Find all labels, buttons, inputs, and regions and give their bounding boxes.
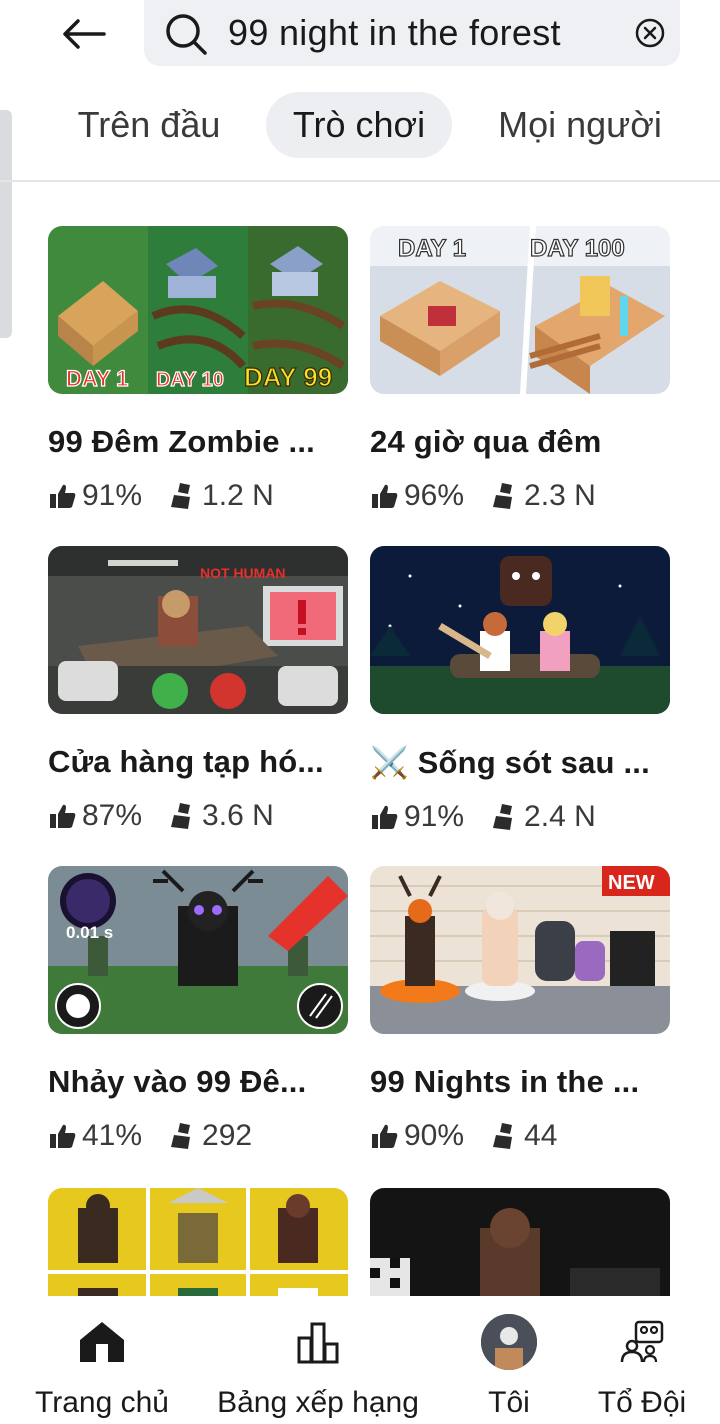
thumbs-up-icon	[50, 484, 76, 508]
players-icon	[493, 804, 513, 830]
thumb-label: DAY 1	[398, 235, 466, 262]
avatar	[481, 1314, 537, 1370]
game-thumbnail: NEW	[370, 866, 670, 1034]
thumbs-up-icon	[372, 1124, 398, 1148]
game-card[interactable]: NEW 99 Nights in the ... 90% 44	[370, 866, 670, 1154]
nav-label: Tôi	[488, 1386, 530, 1419]
rating-value: 90%	[404, 1119, 465, 1152]
rating-value: 96%	[404, 479, 465, 512]
nav-profile[interactable]: Tôi	[466, 1296, 552, 1424]
tab-top[interactable]: Trên đầu	[60, 92, 238, 158]
players-value: 2.3 N	[524, 479, 596, 512]
players-value: 44	[524, 1119, 558, 1152]
game-card[interactable]	[48, 1188, 348, 1296]
tabs-divider	[0, 180, 720, 182]
thumb-label: NOT HUMAN	[200, 565, 286, 581]
thumb-label: DAY 100	[530, 235, 625, 262]
thumbs-up-icon	[372, 805, 398, 829]
search-input[interactable]: 99 night in the forest	[228, 12, 561, 54]
thumbs-up-icon	[372, 484, 398, 508]
players-value: 3.6 N	[202, 799, 274, 832]
game-stats: 96% 2.3 N	[370, 478, 670, 514]
game-title: ⚔️ Sống sót sau ...	[370, 745, 650, 780]
nav-label: Tổ Đội	[597, 1386, 687, 1419]
nav-leaderboard[interactable]: Bảng xếp hạng	[206, 1296, 430, 1424]
thumb-label: 0.01 s	[66, 923, 113, 942]
thumbs-up-icon	[50, 1124, 76, 1148]
players-value: 2.4 N	[524, 800, 596, 833]
game-card[interactable]	[370, 1188, 670, 1296]
nav-label: Trang chủ	[35, 1386, 169, 1419]
game-stats: 41% 292	[48, 1118, 348, 1154]
search-box[interactable]: 99 night in the forest	[144, 0, 680, 66]
players-icon	[493, 483, 513, 509]
party-icon	[620, 1320, 664, 1363]
search-icon	[166, 14, 207, 55]
thumb-label: DAY 10	[156, 369, 224, 391]
leaderboard-icon	[297, 1322, 339, 1364]
players-icon	[493, 1123, 513, 1149]
nav-home[interactable]: Trang chủ	[22, 1296, 182, 1424]
game-thumbnail	[48, 1188, 348, 1296]
game-title: 99 Đêm Zombie ...	[48, 424, 315, 459]
game-thumbnail: DAY 1 DAY 100	[370, 226, 670, 394]
clear-search-icon[interactable]	[634, 17, 666, 49]
game-thumbnail	[370, 546, 670, 714]
tab-people[interactable]: Mọi người	[480, 92, 680, 158]
game-results-grid: DAY 1 DAY 10 DAY 99 99 Đêm Zombie ... 91…	[48, 226, 672, 1296]
filter-tabs: Trên đầu Trò chơi Mọi người	[0, 92, 720, 162]
game-title: 24 giờ qua đêm	[370, 424, 602, 459]
rating-value: 87%	[82, 799, 143, 832]
game-card[interactable]: DAY 1 DAY 10 DAY 99 99 Đêm Zombie ... 91…	[48, 226, 348, 514]
game-title: Nhảy vào 99 Đê...	[48, 1064, 307, 1099]
rating-value: 91%	[404, 800, 465, 833]
game-card[interactable]: ⚔️ Sống sót sau ... 91% 2.4 N	[370, 546, 670, 835]
back-arrow-icon	[63, 19, 106, 49]
players-value: 292	[202, 1119, 253, 1152]
game-thumbnail: 0.01 s	[48, 866, 348, 1034]
game-stats: 90% 44	[370, 1118, 670, 1154]
game-title: 99 Nights in the ...	[370, 1064, 640, 1099]
tab-games[interactable]: Trò chơi	[266, 92, 452, 158]
rating-value: 41%	[82, 1119, 143, 1152]
thumb-label: DAY 1	[66, 366, 128, 391]
nav-party[interactable]: Tổ Đội	[584, 1296, 700, 1424]
game-card[interactable]: DAY 1 DAY 100 24 giờ qua đêm 96% 2.3 N	[370, 226, 670, 514]
game-card[interactable]: 0.01 s Nhảy vào 99 Đê... 41% 292	[48, 866, 348, 1154]
game-stats: 87% 3.6 N	[48, 798, 348, 834]
thumb-label: NEW	[608, 872, 655, 894]
top-bar: 99 night in the forest	[0, 0, 720, 72]
players-icon	[171, 483, 191, 509]
players-icon	[171, 1123, 191, 1149]
back-button[interactable]	[56, 10, 112, 58]
rating-value: 91%	[82, 479, 143, 512]
game-thumbnail: DAY 1 DAY 10 DAY 99	[48, 226, 348, 394]
nav-label: Bảng xếp hạng	[217, 1386, 419, 1419]
bottom-navigation: Trang chủ Bảng xếp hạng Tôi Tổ Đội	[0, 1296, 720, 1424]
game-stats: 91% 2.4 N	[370, 799, 670, 835]
players-value: 1.2 N	[202, 479, 274, 512]
home-icon	[80, 1322, 124, 1362]
thumbs-up-icon	[50, 804, 76, 828]
players-icon	[171, 803, 191, 829]
game-card[interactable]: NOT HUMAN Cửa hàng tạp hó... 87% 3.6 N	[48, 546, 348, 834]
game-title: Cửa hàng tạp hó...	[48, 744, 324, 779]
game-thumbnail: NOT HUMAN	[48, 546, 348, 714]
thumb-label: DAY 99	[244, 362, 332, 392]
game-thumbnail	[370, 1188, 670, 1296]
game-stats: 91% 1.2 N	[48, 478, 348, 514]
